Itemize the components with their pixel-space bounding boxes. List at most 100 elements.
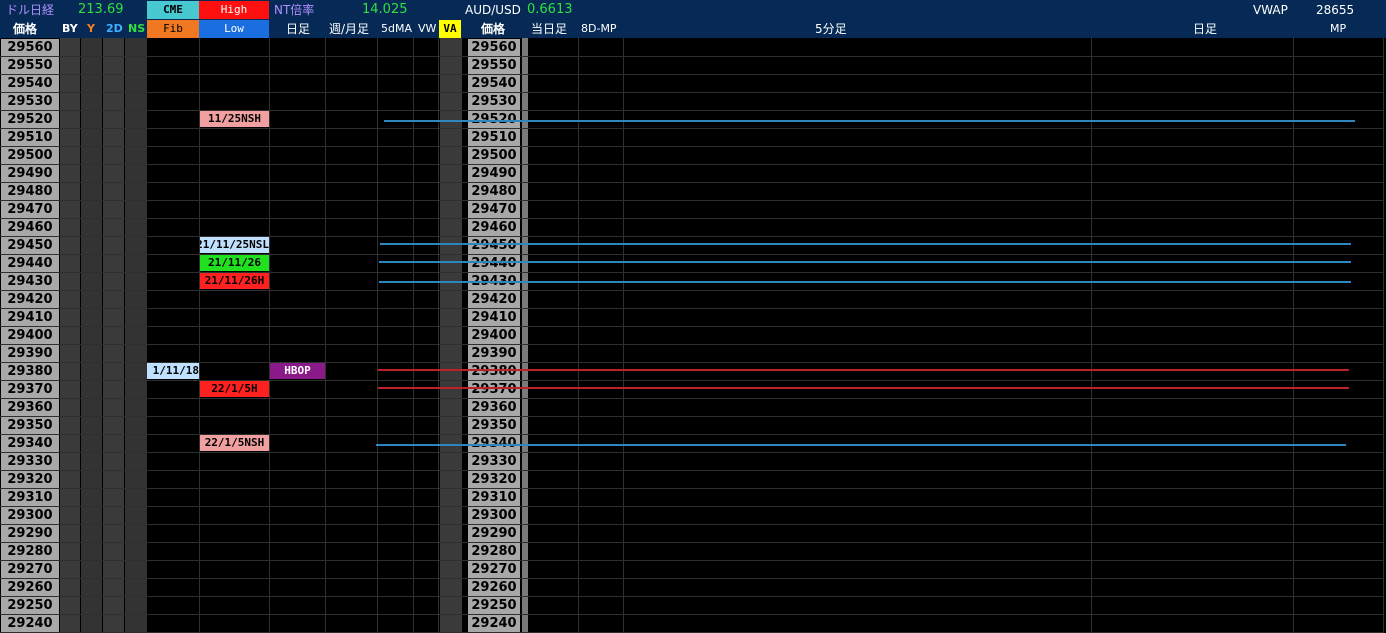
price-cell-right: 29310 — [468, 489, 520, 506]
price-cell-right: 29540 — [468, 75, 520, 92]
tag-21-11-25-nsl: 21/11/25NSL — [200, 237, 269, 253]
level-line-29520 — [384, 120, 1355, 122]
price-cell-right: 29240 — [468, 615, 520, 632]
level-line-29430 — [379, 281, 1351, 283]
price-cell-left: 29560 — [1, 39, 59, 56]
tag-11-25-nsh: 11/25NSH — [200, 111, 269, 127]
col-5dma: 5dMA — [381, 22, 412, 35]
price-cell-right: 29460 — [468, 219, 520, 236]
price-cell-left: 29260 — [1, 579, 59, 596]
grid-row-line — [0, 326, 1383, 327]
grid-row-line — [0, 398, 1383, 399]
col-daily-right: 日足 — [1193, 22, 1218, 36]
price-cell-left: 29500 — [1, 147, 59, 164]
grid-row-line — [0, 344, 1383, 345]
price-cell-left: 29430 — [1, 273, 59, 290]
price-cell-right: 29530 — [468, 93, 520, 110]
col-ns: NS — [128, 22, 146, 35]
price-cell-right: 29400 — [468, 327, 520, 344]
grid-row-line — [0, 596, 1383, 597]
grid-row-line — [0, 56, 1383, 57]
price-cell-left: 29310 — [1, 489, 59, 506]
fib-button[interactable]: Fib — [147, 20, 199, 38]
price-cell-right: 29380 — [468, 363, 520, 380]
price-cell-right: 29350 — [468, 417, 520, 434]
price-cell-right: 29300 — [468, 507, 520, 524]
grid-row-line — [0, 416, 1383, 417]
price-cell-left: 29420 — [1, 291, 59, 308]
price-cell-right: 29420 — [468, 291, 520, 308]
level-line-29440 — [379, 261, 1351, 263]
sep-right-edge — [1383, 38, 1384, 633]
nt-ratio-label: NT倍率 — [274, 3, 315, 17]
tag-fib-1-11-18: 1/11/18 — [147, 363, 199, 379]
dollar-nikkei-value: 213.69 — [78, 2, 124, 17]
aud-usd-label: AUD/USD — [465, 3, 521, 17]
tag-21-11-26: 21/11/26 — [200, 255, 269, 271]
col-today: 当日足 — [531, 22, 568, 36]
price-cell-right: 29390 — [468, 345, 520, 362]
dollar-nikkei-label: ドル日経 — [6, 3, 55, 17]
price-cell-left: 29380 — [1, 363, 59, 380]
price-cell-right: 29270 — [468, 561, 520, 578]
grid-row-line — [0, 614, 1383, 615]
tag-22-1-5nsh: 22/1/5NSH — [200, 435, 269, 451]
price-cell-left: 29390 — [1, 345, 59, 362]
low-button[interactable]: Low — [199, 20, 269, 38]
price-cell-right: 29450 — [468, 237, 520, 254]
price-cell-right: 29260 — [468, 579, 520, 596]
grid-row-line — [0, 182, 1383, 183]
level-line-29340 — [376, 444, 1346, 446]
grid-row-line — [0, 218, 1383, 219]
price-cell-right: 29320 — [468, 471, 520, 488]
price-cell-left: 29440 — [1, 255, 59, 272]
grid-row-line — [0, 92, 1383, 93]
grid-row-line — [0, 200, 1383, 201]
price-cell-left: 29270 — [1, 561, 59, 578]
vwap-label: VWAP — [1253, 3, 1288, 17]
price-cell-left: 29350 — [1, 417, 59, 434]
price-cell-left: 29510 — [1, 129, 59, 146]
price-cell-left: 29370 — [1, 381, 59, 398]
tag-22-1-5h: 22/1/5H — [200, 381, 269, 397]
price-cell-left: 29530 — [1, 93, 59, 110]
price-cell-right: 29440 — [468, 255, 520, 272]
price-cell-left: 29320 — [1, 471, 59, 488]
grid-row-line — [0, 524, 1383, 525]
nt-ratio-value: 14.025 — [362, 2, 408, 17]
col-y: Y — [87, 22, 95, 35]
price-cell-right: 29330 — [468, 453, 520, 470]
grid-row-line — [0, 452, 1383, 453]
col-2d: 2D — [106, 22, 123, 35]
grid-row-line — [0, 362, 1383, 363]
high-button[interactable]: High — [199, 1, 269, 19]
price-cell-left: 29240 — [1, 615, 59, 632]
price-cell-left: 29360 — [1, 399, 59, 416]
price-cell-right: 29550 — [468, 57, 520, 74]
price-cell-left: 29330 — [1, 453, 59, 470]
price-cell-right: 29280 — [468, 543, 520, 560]
price-cell-left: 29250 — [1, 597, 59, 614]
price-cell-right: 29250 — [468, 597, 520, 614]
level-line-29450 — [380, 243, 1351, 245]
col-price-left: 価格 — [13, 22, 38, 36]
price-cell-right: 29370 — [468, 381, 520, 398]
price-cell-left: 29460 — [1, 219, 59, 236]
vwap-value: 28655 — [1316, 3, 1355, 17]
grid-row-line — [0, 542, 1383, 543]
price-cell-left: 29550 — [1, 57, 59, 74]
va-button[interactable]: VA — [439, 20, 461, 38]
price-cell-right: 29500 — [468, 147, 520, 164]
price-cell-left: 29410 — [1, 309, 59, 326]
col-mp: MP — [1330, 22, 1347, 35]
price-cell-right: 29290 — [468, 525, 520, 542]
col-5min: 5分足 — [815, 22, 847, 36]
level-line-29370 — [378, 387, 1349, 389]
cme-button[interactable]: CME — [147, 1, 199, 19]
price-cell-left: 29340 — [1, 435, 59, 452]
price-cell-right: 29480 — [468, 183, 520, 200]
col-daily: 日足 — [286, 22, 311, 36]
aud-usd-value: 0.6613 — [527, 2, 573, 17]
grid-row-line — [0, 470, 1383, 471]
grid-row-line — [0, 578, 1383, 579]
